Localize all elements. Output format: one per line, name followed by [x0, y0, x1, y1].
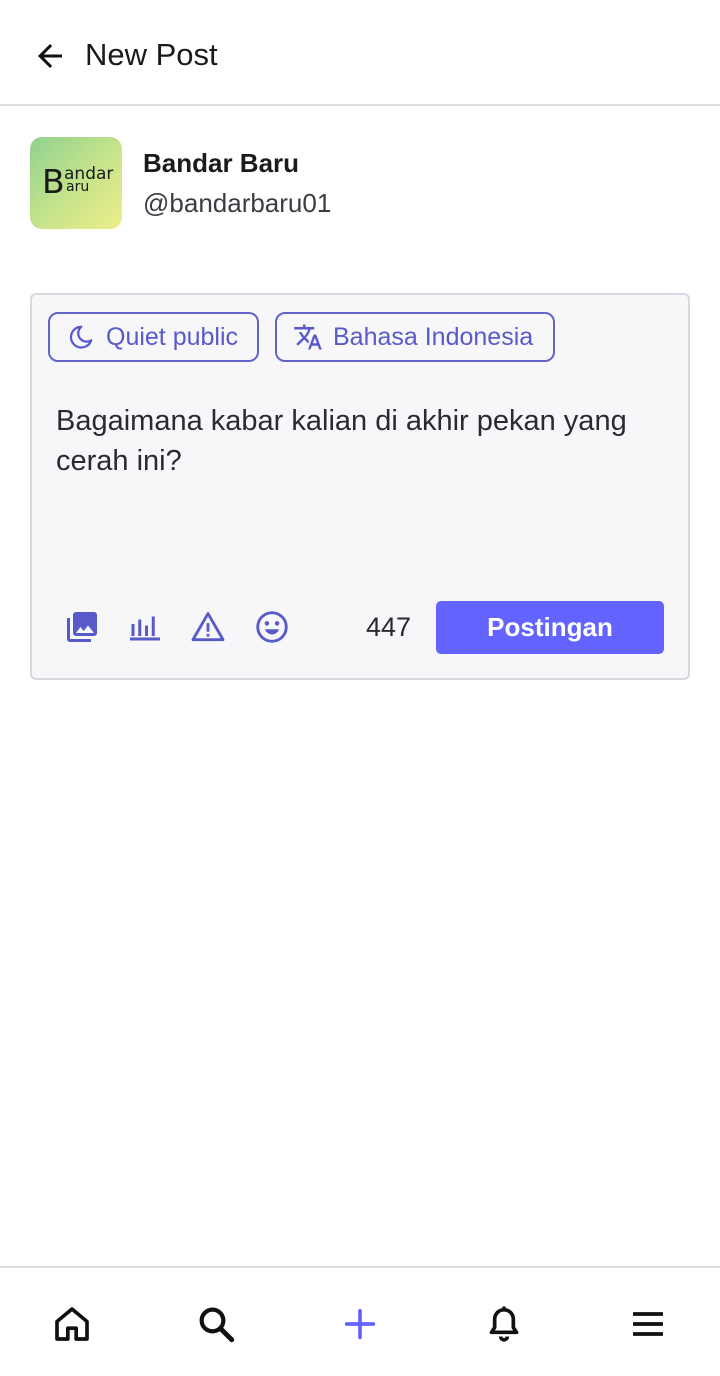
- privacy-selector[interactable]: Quiet public: [48, 312, 259, 362]
- nav-search[interactable]: [192, 1300, 240, 1348]
- menu-icon: [633, 1312, 663, 1336]
- back-button[interactable]: [28, 34, 72, 78]
- search-icon: [199, 1307, 235, 1343]
- post-text-input[interactable]: Bagaimana kabar kalian di akhir pekan ya…: [56, 401, 656, 481]
- arrow-left-icon: [38, 44, 62, 68]
- language-label: Bahasa Indonesia: [333, 322, 534, 351]
- add-media-button[interactable]: [62, 607, 102, 647]
- add-poll-button[interactable]: [125, 607, 165, 647]
- plus-icon: [344, 1308, 376, 1340]
- avatar-text-bottom: aru: [66, 179, 90, 195]
- poll-icon: [130, 616, 160, 641]
- nav-home[interactable]: [48, 1300, 96, 1348]
- bottom-navigation: [0, 1266, 720, 1376]
- avatar-letter: B: [42, 162, 65, 201]
- post-button[interactable]: Postingan: [436, 601, 664, 654]
- top-bar: New Post: [0, 0, 720, 106]
- emoji-icon: [256, 611, 288, 643]
- account-handle: @bandarbaru01: [143, 188, 332, 218]
- bell-icon: [489, 1306, 519, 1342]
- home-icon: [55, 1307, 89, 1341]
- warning-icon: [191, 612, 225, 642]
- media-icon: [67, 612, 97, 642]
- translate-icon: [293, 322, 323, 352]
- nav-notifications[interactable]: [480, 1300, 528, 1348]
- moon-icon: [66, 322, 96, 352]
- language-selector[interactable]: Bahasa Indonesia: [275, 312, 555, 362]
- page-title: New Post: [85, 37, 218, 72]
- character-counter: 447: [366, 612, 412, 642]
- nav-menu[interactable]: [624, 1300, 672, 1348]
- avatar[interactable]: B andar aru: [30, 137, 122, 229]
- emoji-button[interactable]: [252, 607, 292, 647]
- post-composer: Quiet public Bahasa Indonesia Bagaimana …: [30, 293, 690, 680]
- content-warning-button[interactable]: [188, 607, 228, 647]
- privacy-label: Quiet public: [106, 322, 239, 351]
- nav-compose[interactable]: [336, 1300, 384, 1348]
- account-info: B andar aru Bandar Baru @bandarbaru01: [30, 137, 690, 229]
- display-name: Bandar Baru: [143, 148, 300, 178]
